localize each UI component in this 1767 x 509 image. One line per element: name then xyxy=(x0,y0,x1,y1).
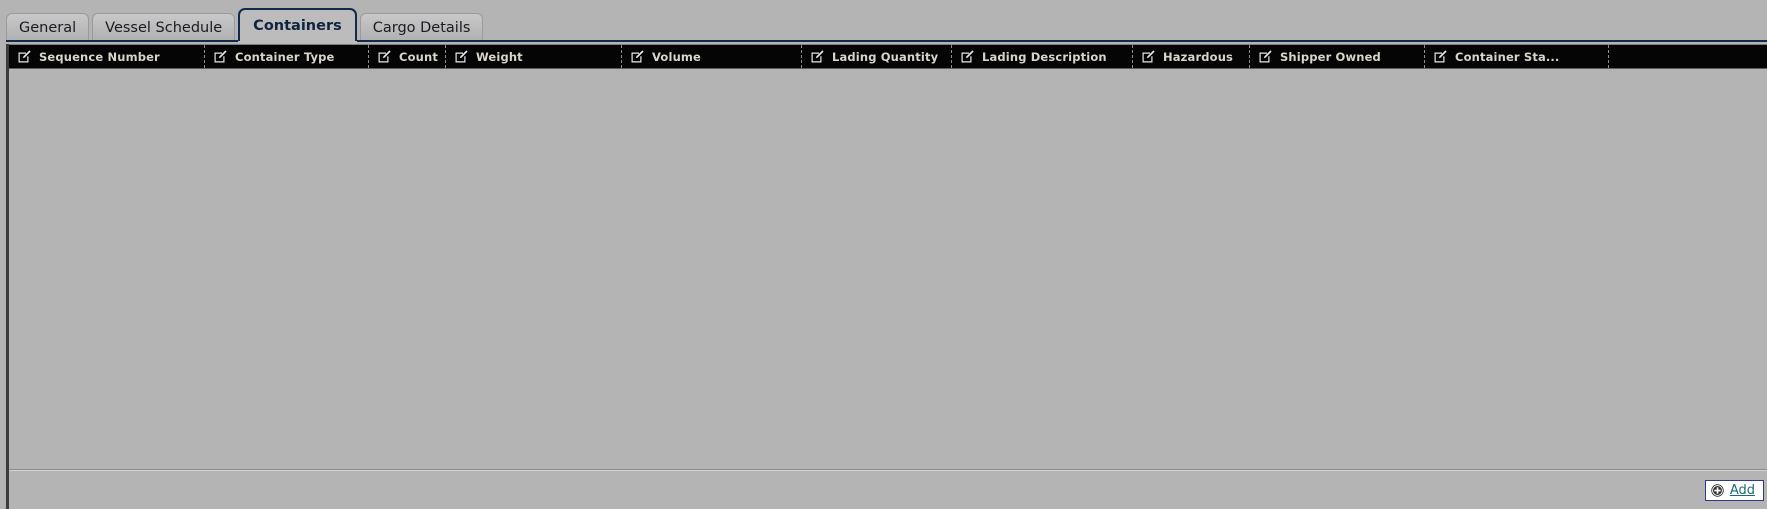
edit-pencil-icon xyxy=(18,50,31,63)
add-button[interactable]: Add xyxy=(1704,480,1764,501)
tab-strip: General Vessel Schedule Containers Cargo… xyxy=(0,0,1767,44)
column-header-label: Lading Description xyxy=(982,49,1107,64)
edit-pencil-icon xyxy=(455,50,468,63)
column-header-label: Count xyxy=(399,49,438,64)
edit-pencil-icon xyxy=(214,50,227,63)
column-header-volume[interactable]: Volume xyxy=(622,45,802,68)
column-header-count[interactable]: Count xyxy=(369,45,446,68)
column-header-label: Container Type xyxy=(235,49,335,64)
tab-vessel-schedule[interactable]: Vessel Schedule xyxy=(92,13,236,41)
edit-pencil-icon xyxy=(631,50,644,63)
tab-general[interactable]: General xyxy=(6,13,90,41)
column-header-container-type[interactable]: Container Type xyxy=(205,45,369,68)
column-header-shipper-owned[interactable]: Shipper Owned xyxy=(1250,45,1425,68)
tab-label: Containers xyxy=(253,17,342,34)
edit-pencil-icon xyxy=(1142,50,1155,63)
tab-label: Vessel Schedule xyxy=(105,19,223,36)
column-header-label: Container Sta... xyxy=(1455,49,1560,64)
column-header-lading-quantity[interactable]: Lading Quantity xyxy=(802,45,952,68)
column-header-filler xyxy=(1609,45,1767,68)
tab-list: General Vessel Schedule Containers Cargo… xyxy=(6,1,486,44)
edit-pencil-icon xyxy=(378,50,391,63)
column-header-label: Volume xyxy=(652,49,701,64)
grid-body-empty xyxy=(9,69,1767,470)
column-header-label: Hazardous xyxy=(1163,49,1234,64)
containers-panel: General Vessel Schedule Containers Cargo… xyxy=(0,0,1767,509)
tab-cargo-details[interactable]: Cargo Details xyxy=(359,13,484,41)
column-header-label: Shipper Owned xyxy=(1280,49,1381,64)
containers-grid: Sequence Number Container Type Count Wei… xyxy=(6,44,1767,509)
column-header-hazardous[interactable]: Hazardous xyxy=(1133,45,1250,68)
column-header-label: Lading Quantity xyxy=(832,49,939,64)
grid-header-row: Sequence Number Container Type Count Wei… xyxy=(9,44,1767,69)
column-header-weight[interactable]: Weight xyxy=(446,45,622,68)
grid-footer: Add xyxy=(9,470,1767,507)
edit-pencil-icon xyxy=(1434,50,1447,63)
edit-pencil-icon xyxy=(961,50,974,63)
column-header-container-status[interactable]: Container Sta... xyxy=(1425,45,1609,68)
tab-label: General xyxy=(19,19,77,36)
column-header-label: Weight xyxy=(476,49,523,64)
column-header-lading-description[interactable]: Lading Description xyxy=(952,45,1133,68)
tab-containers[interactable]: Containers xyxy=(238,8,357,44)
edit-pencil-icon xyxy=(1259,50,1272,63)
tab-label: Cargo Details xyxy=(372,19,471,36)
column-header-sequence-number[interactable]: Sequence Number xyxy=(9,45,205,68)
add-button-label: Add xyxy=(1729,483,1755,498)
plus-circle-icon xyxy=(1711,484,1724,497)
edit-pencil-icon xyxy=(811,50,824,63)
column-header-label: Sequence Number xyxy=(39,49,160,64)
